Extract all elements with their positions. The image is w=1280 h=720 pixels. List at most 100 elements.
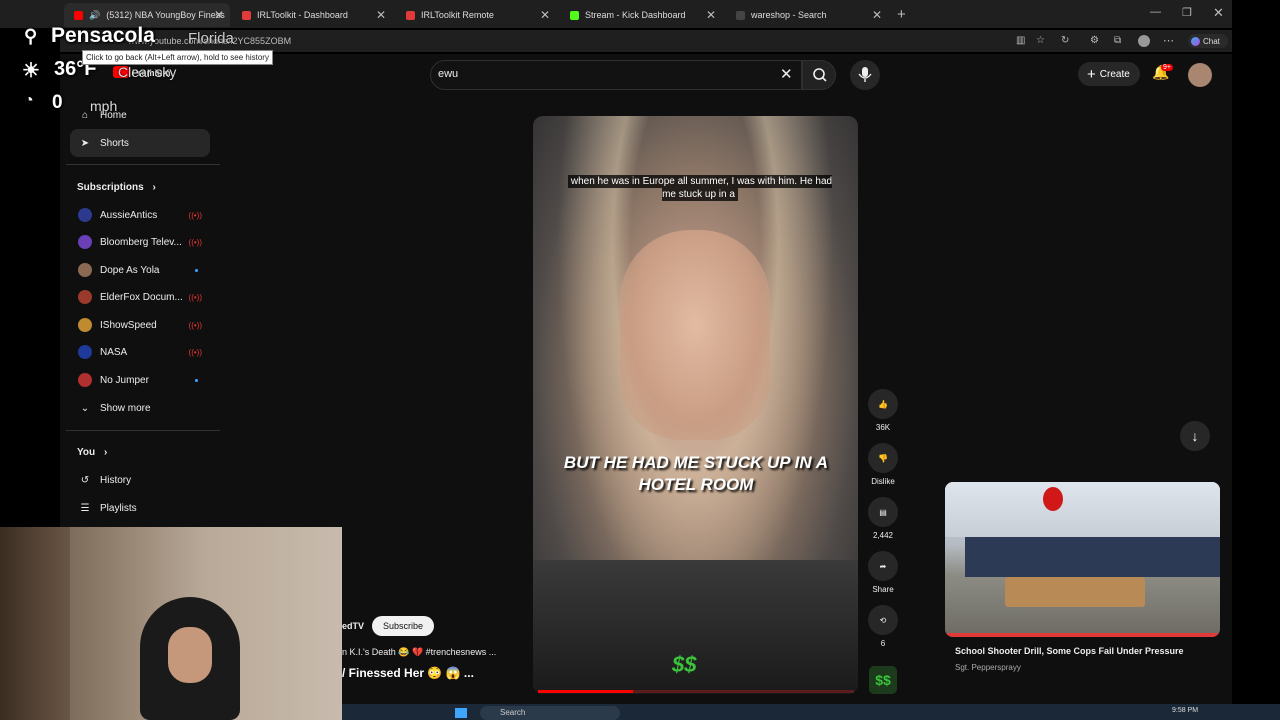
sidebar-item-shorts[interactable]: ➤ Shorts	[70, 129, 210, 157]
webcam-feed	[0, 527, 342, 720]
close-tab-icon[interactable]: ✕	[872, 8, 882, 22]
search-box[interactable]	[430, 60, 802, 90]
new-tab-icon[interactable]: +	[897, 6, 906, 23]
tab-title: wareshop - Search	[751, 10, 827, 20]
subscription-item[interactable]: AussieAntics ((•))	[70, 201, 210, 229]
close-window-icon[interactable]: ✕	[1213, 5, 1224, 21]
comment-count: 2,442	[872, 531, 894, 540]
search-icon	[813, 68, 827, 82]
subscription-item[interactable]: Dope As Yola	[70, 256, 210, 284]
account-avatar[interactable]	[1188, 63, 1212, 87]
sidebar-divider	[66, 430, 220, 431]
tab-irltoolkit-dashboard[interactable]: IRLToolkit - Dashboard ✕	[232, 3, 392, 27]
thumbs-down-icon: 👎	[868, 443, 898, 473]
subscription-item[interactable]: NASA ((•))	[70, 338, 210, 366]
overlay-condition: Clear sky	[118, 64, 177, 80]
subscription-item[interactable]: ElderFox Docum... ((•))	[70, 283, 210, 311]
recommendation-title[interactable]: School Shooter Drill, Some Cops Fail Und…	[955, 646, 1184, 656]
youtube-favicon-icon	[74, 10, 83, 20]
collections-icon[interactable]: ⧉	[1114, 35, 1121, 46]
subscription-item[interactable]: No Jumper	[70, 366, 210, 394]
sidebar-item-playlists[interactable]: ☰ Playlists	[70, 494, 210, 522]
overlay-state: Florida	[188, 30, 234, 47]
minimize-icon[interactable]: —	[1150, 6, 1161, 18]
clear-search-icon[interactable]: ✕	[780, 65, 793, 83]
peek-channel-name: edTV	[342, 621, 365, 631]
recommendation-thumbnail[interactable]	[945, 482, 1220, 637]
search-favicon-icon	[736, 10, 745, 20]
caption-text: when he was in Europe all summer, I was …	[567, 175, 833, 201]
close-tab-icon[interactable]: ✕	[376, 8, 386, 22]
profile-avatar[interactable]	[1138, 35, 1150, 47]
sidebar-item-label: History	[100, 474, 132, 486]
channel-avatar	[78, 208, 92, 222]
tab-kick-dashboard[interactable]: Stream - Kick Dashboard ✕	[560, 3, 722, 27]
live-indicator-icon: ((•))	[188, 237, 202, 247]
chat-label: Chat	[1203, 36, 1220, 46]
tab-irltoolkit-remote[interactable]: IRLToolkit Remote ✕	[396, 3, 556, 27]
speaker-icon: 🔊	[89, 9, 101, 20]
taskbar-clock: 9:58 PM	[1172, 707, 1199, 714]
sun-icon: ☀	[22, 60, 40, 82]
dislike-button[interactable]: 👎 Dislike	[868, 443, 898, 486]
subscribe-button[interactable]: Subscribe	[372, 616, 434, 636]
comments-button[interactable]: ▤ 2,442	[868, 497, 898, 540]
tab-search[interactable]: wareshop - Search ✕	[726, 3, 888, 27]
refresh-icon[interactable]: ↻	[1061, 35, 1069, 46]
microphone-icon	[858, 67, 872, 82]
subscriptions-label: Subscriptions	[77, 182, 144, 193]
remix-button[interactable]: ⟲ 6	[868, 605, 898, 648]
you-heading[interactable]: You ›	[77, 447, 107, 458]
overlay-speed-unit: mph	[90, 98, 118, 114]
show-more-button[interactable]: ⌄ Show more	[70, 394, 210, 422]
overlay-city: Pensacola	[51, 24, 155, 47]
windows-start-icon[interactable]	[455, 708, 467, 718]
channel-avatar	[78, 373, 92, 387]
channel-avatar	[78, 318, 92, 332]
tab-title: Stream - Kick Dashboard	[585, 10, 686, 20]
video-subject-face	[620, 230, 770, 440]
live-indicator-icon: ((•))	[188, 210, 202, 220]
copilot-chat-button[interactable]: Chat	[1188, 34, 1228, 48]
playlists-icon: ☰	[80, 502, 90, 514]
subscription-item[interactable]: Bloomberg Telev... ((•))	[70, 228, 210, 256]
favorite-star-icon[interactable]: ☆	[1036, 35, 1045, 46]
close-tab-icon[interactable]: ✕	[706, 8, 716, 22]
taskbar-search[interactable]: Search	[480, 706, 620, 720]
remix-count: 6	[880, 639, 886, 648]
webcam-person-face	[168, 627, 212, 683]
channel-avatar	[78, 345, 92, 359]
thumbnail-progress	[945, 633, 1220, 637]
sidebar-divider	[66, 164, 220, 165]
voice-search-button[interactable]	[850, 60, 880, 90]
like-button[interactable]: 👍 36K	[868, 389, 898, 432]
close-tab-icon[interactable]: ✕	[540, 8, 550, 22]
red-balloon-icon	[1043, 487, 1063, 511]
split-screen-icon[interactable]: ▥	[1016, 35, 1025, 46]
channel-name: AussieAntics	[100, 209, 158, 221]
dollar-sign-logo-icon: $$	[672, 652, 697, 677]
kick-favicon-icon	[570, 10, 579, 20]
create-button[interactable]: + Create	[1078, 62, 1140, 86]
subscriptions-heading[interactable]: Subscriptions ›	[77, 182, 156, 193]
sidebar-item-history[interactable]: ↺ History	[70, 466, 210, 494]
sound-thumbnail[interactable]: $$	[869, 666, 897, 694]
extensions-icon[interactable]: ⚙	[1090, 35, 1099, 46]
webcam-curtain	[0, 527, 70, 720]
taskbar-search-label: Search	[500, 708, 526, 717]
search-input[interactable]: ewu	[438, 68, 458, 80]
chevron-right-icon: ›	[103, 447, 108, 458]
more-menu-icon[interactable]: ⋯	[1163, 34, 1174, 47]
close-tab-icon[interactable]: ✕	[214, 8, 224, 22]
share-arrow-icon: ➦	[868, 551, 898, 581]
maximize-icon[interactable]: ❐	[1182, 6, 1192, 19]
next-short-arrow-icon[interactable]: ↓	[1180, 421, 1210, 451]
new-content-dot	[195, 268, 198, 272]
speedometer-icon: ◔	[24, 92, 34, 109]
search-button[interactable]	[802, 60, 836, 90]
recommendation-channel[interactable]: Sgt. Peppersprayy	[955, 663, 1021, 672]
live-indicator-icon: ((•))	[188, 320, 202, 330]
subscription-item[interactable]: IShowSpeed ((•))	[70, 311, 210, 339]
share-button[interactable]: ➦ Share	[868, 551, 898, 594]
channel-name: Bloomberg Telev...	[100, 236, 182, 248]
